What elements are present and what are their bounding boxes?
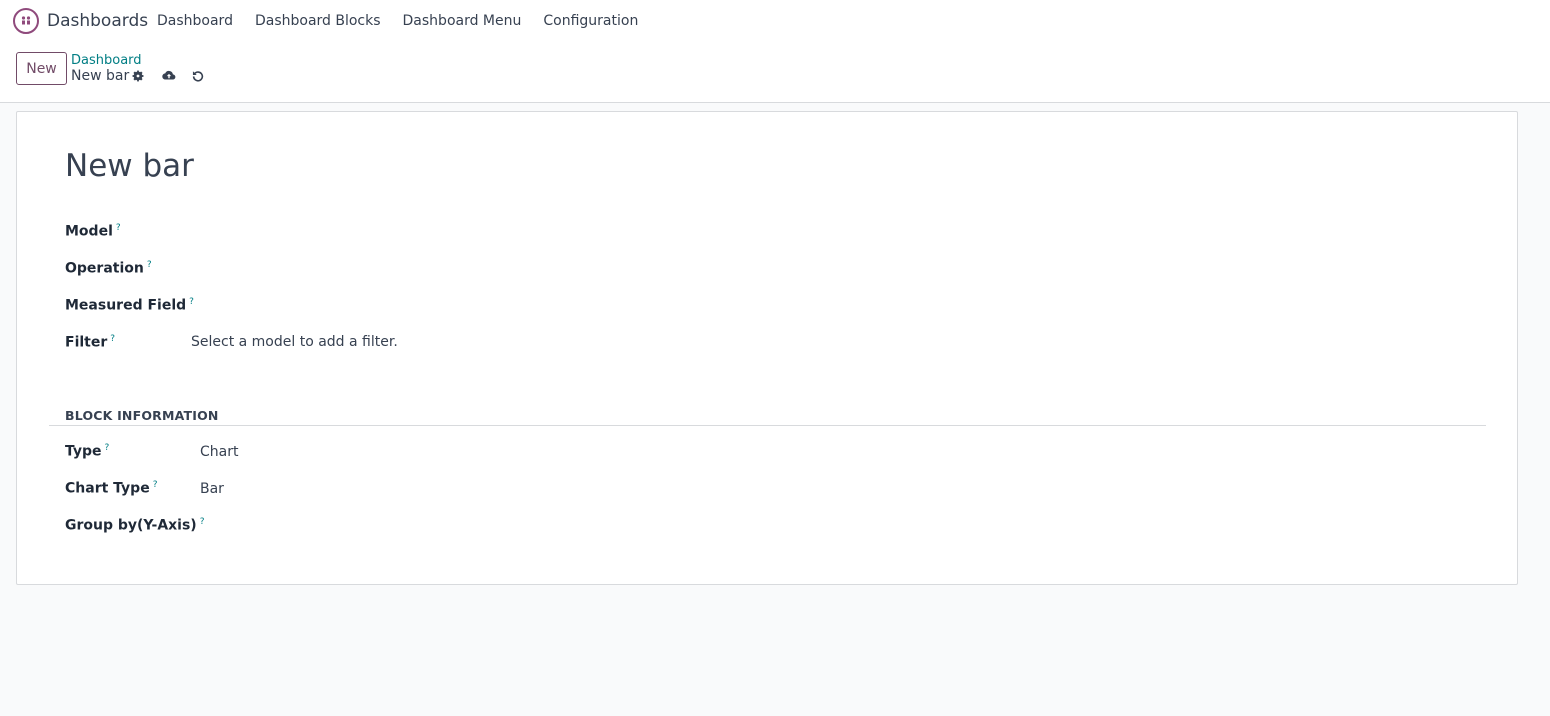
field-label-type: Type? [65,443,110,460]
filter-placeholder-text: Select a model to add a filter. [191,334,398,350]
people-icon [21,16,31,25]
dashboards-app-icon[interactable] [13,8,39,34]
new-button[interactable]: New [16,52,67,85]
help-tooltip-icon[interactable]: ? [200,517,205,527]
breadcrumb-dashboard[interactable]: Dashboard [71,53,142,68]
help-tooltip-icon[interactable]: ? [189,297,194,307]
help-tooltip-icon[interactable]: ? [116,223,121,233]
section-title-block-information: BLOCK INFORMATION [65,408,219,423]
field-label-measured-field: Measured Field? [65,297,194,314]
section-divider [49,425,1486,426]
field-label-operation: Operation? [65,260,152,277]
main-menu: Dashboard Dashboard Blocks Dashboard Men… [157,13,660,29]
help-tooltip-icon[interactable]: ? [110,334,115,344]
record-title[interactable]: New bar [65,148,194,184]
chart-type-field[interactable]: Bar [200,481,224,497]
help-tooltip-icon[interactable]: ? [105,443,110,453]
cloud-upload-icon[interactable] [161,68,177,84]
control-panel: New Dashboard New bar [0,42,1550,103]
field-label-filter: Filter? [65,334,116,351]
breadcrumb-current-record: New bar [71,68,130,84]
menu-item-dashboard-menu[interactable]: Dashboard Menu [403,13,522,29]
gear-icon[interactable] [130,68,146,84]
help-tooltip-icon[interactable]: ? [153,480,158,490]
field-label-group-by: Group by(Y-Axis)? [65,517,205,534]
menu-item-dashboard-blocks[interactable]: Dashboard Blocks [255,13,381,29]
field-label-chart-type: Chart Type? [65,480,158,497]
form-sheet: New bar Model? Operation? Measured Field… [16,111,1518,585]
menu-item-configuration[interactable]: Configuration [543,13,638,29]
help-tooltip-icon[interactable]: ? [147,260,152,270]
field-label-model: Model? [65,223,121,240]
menu-item-dashboard[interactable]: Dashboard [157,13,233,29]
type-field[interactable]: Chart [200,444,238,460]
top-navbar: Dashboards Dashboard Dashboard Blocks Da… [0,0,1550,42]
app-name[interactable]: Dashboards [47,11,148,31]
undo-icon[interactable] [190,68,206,84]
